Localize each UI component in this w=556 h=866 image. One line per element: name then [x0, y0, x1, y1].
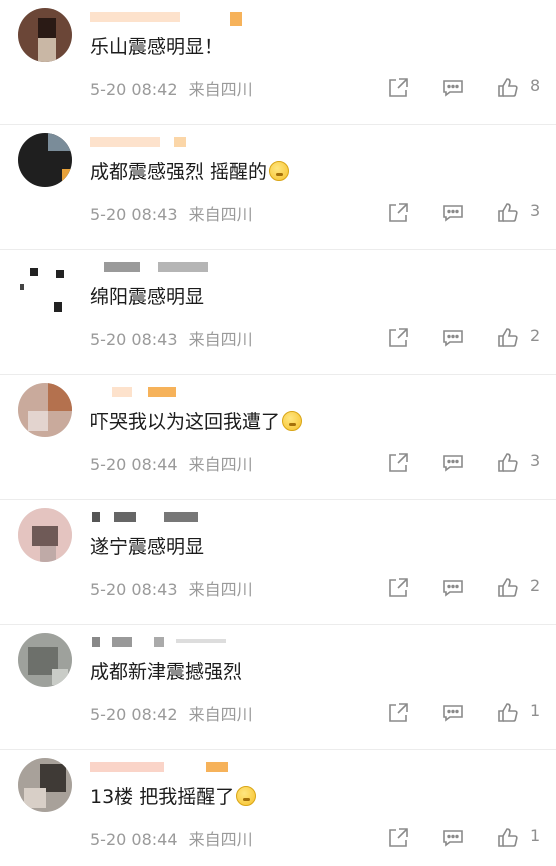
- comment-item: 绵阳震感明显 5-20 08:43 来自四川 2: [0, 250, 556, 375]
- comment-icon[interactable]: [441, 701, 467, 725]
- like-count: 3: [530, 451, 541, 470]
- comment-icon[interactable]: [441, 76, 467, 100]
- comment-actions: [0, 201, 556, 225]
- comment-text: 绵阳震感明显: [90, 286, 205, 308]
- avatar[interactable]: [18, 258, 72, 312]
- share-icon[interactable]: [386, 701, 412, 725]
- thumbs-up-icon[interactable]: [496, 451, 522, 475]
- like-count: 2: [530, 576, 541, 595]
- comment-item: 乐山震感明显！ 5-20 08:42 来自四川 8: [0, 0, 556, 125]
- comment-text: 13楼 把我摇醒了: [90, 784, 257, 810]
- share-icon[interactable]: [386, 451, 412, 475]
- thumbs-up-icon[interactable]: [496, 76, 522, 100]
- like-count: 3: [530, 201, 541, 220]
- avatar[interactable]: [18, 8, 72, 62]
- share-icon[interactable]: [386, 76, 412, 100]
- thumbs-up-icon[interactable]: [496, 576, 522, 600]
- comment-item: 吓哭我以为这回我遭了 5-20 08:44 来自四川 3: [0, 375, 556, 500]
- comment-item: 成都震感强烈 摇醒的 5-20 08:43 来自四川 3: [0, 125, 556, 250]
- thumbs-up-icon[interactable]: [496, 326, 522, 350]
- comment-icon[interactable]: [441, 451, 467, 475]
- comment-actions: [0, 326, 556, 350]
- comment-list: 乐山震感明显！ 5-20 08:42 来自四川 8 成都震感强烈 摇醒的 5-2…: [0, 0, 556, 866]
- comment-text: 成都震感强烈 摇醒的: [90, 159, 290, 185]
- username-blurred[interactable]: [90, 258, 390, 276]
- like-count: 1: [530, 701, 541, 720]
- avatar[interactable]: [18, 633, 72, 687]
- share-icon[interactable]: [386, 826, 412, 850]
- thumbs-up-icon[interactable]: [496, 701, 522, 725]
- comment-item: 遂宁震感明显 5-20 08:43 来自四川 2: [0, 500, 556, 625]
- comment-actions: [0, 701, 556, 725]
- comment-icon[interactable]: [441, 826, 467, 850]
- username-blurred[interactable]: [90, 633, 390, 651]
- comment-actions: [0, 826, 556, 850]
- emoji-icon: [269, 161, 290, 181]
- comment-text: 遂宁震感明显: [90, 536, 205, 558]
- comment-actions: [0, 76, 556, 100]
- comment-actions: [0, 576, 556, 600]
- username-blurred[interactable]: [90, 8, 390, 26]
- comment-item: 13楼 把我摇醒了 5-20 08:44 来自四川 1: [0, 750, 556, 866]
- avatar[interactable]: [18, 133, 72, 187]
- share-icon[interactable]: [386, 326, 412, 350]
- comment-text: 乐山震感明显！: [90, 36, 224, 58]
- username-blurred[interactable]: [90, 758, 390, 776]
- comment-icon[interactable]: [441, 326, 467, 350]
- comment-icon[interactable]: [441, 201, 467, 225]
- emoji-icon: [236, 786, 257, 806]
- comment-item: 成都新津震撼强烈 5-20 08:42 来自四川 1: [0, 625, 556, 750]
- comment-text: 吓哭我以为这回我遭了: [90, 409, 303, 435]
- avatar[interactable]: [18, 383, 72, 437]
- like-count: 2: [530, 326, 541, 345]
- share-icon[interactable]: [386, 201, 412, 225]
- like-count: 1: [530, 826, 541, 845]
- avatar[interactable]: [18, 758, 72, 812]
- emoji-icon: [282, 411, 303, 431]
- username-blurred[interactable]: [90, 383, 390, 401]
- share-icon[interactable]: [386, 576, 412, 600]
- username-blurred[interactable]: [90, 133, 390, 151]
- comment-actions: [0, 451, 556, 475]
- thumbs-up-icon[interactable]: [496, 201, 522, 225]
- avatar[interactable]: [18, 508, 72, 562]
- thumbs-up-icon[interactable]: [496, 826, 522, 850]
- like-count: 8: [530, 76, 541, 95]
- username-blurred[interactable]: [90, 508, 390, 526]
- comment-text: 成都新津震撼强烈: [90, 661, 243, 683]
- comment-icon[interactable]: [441, 576, 467, 600]
